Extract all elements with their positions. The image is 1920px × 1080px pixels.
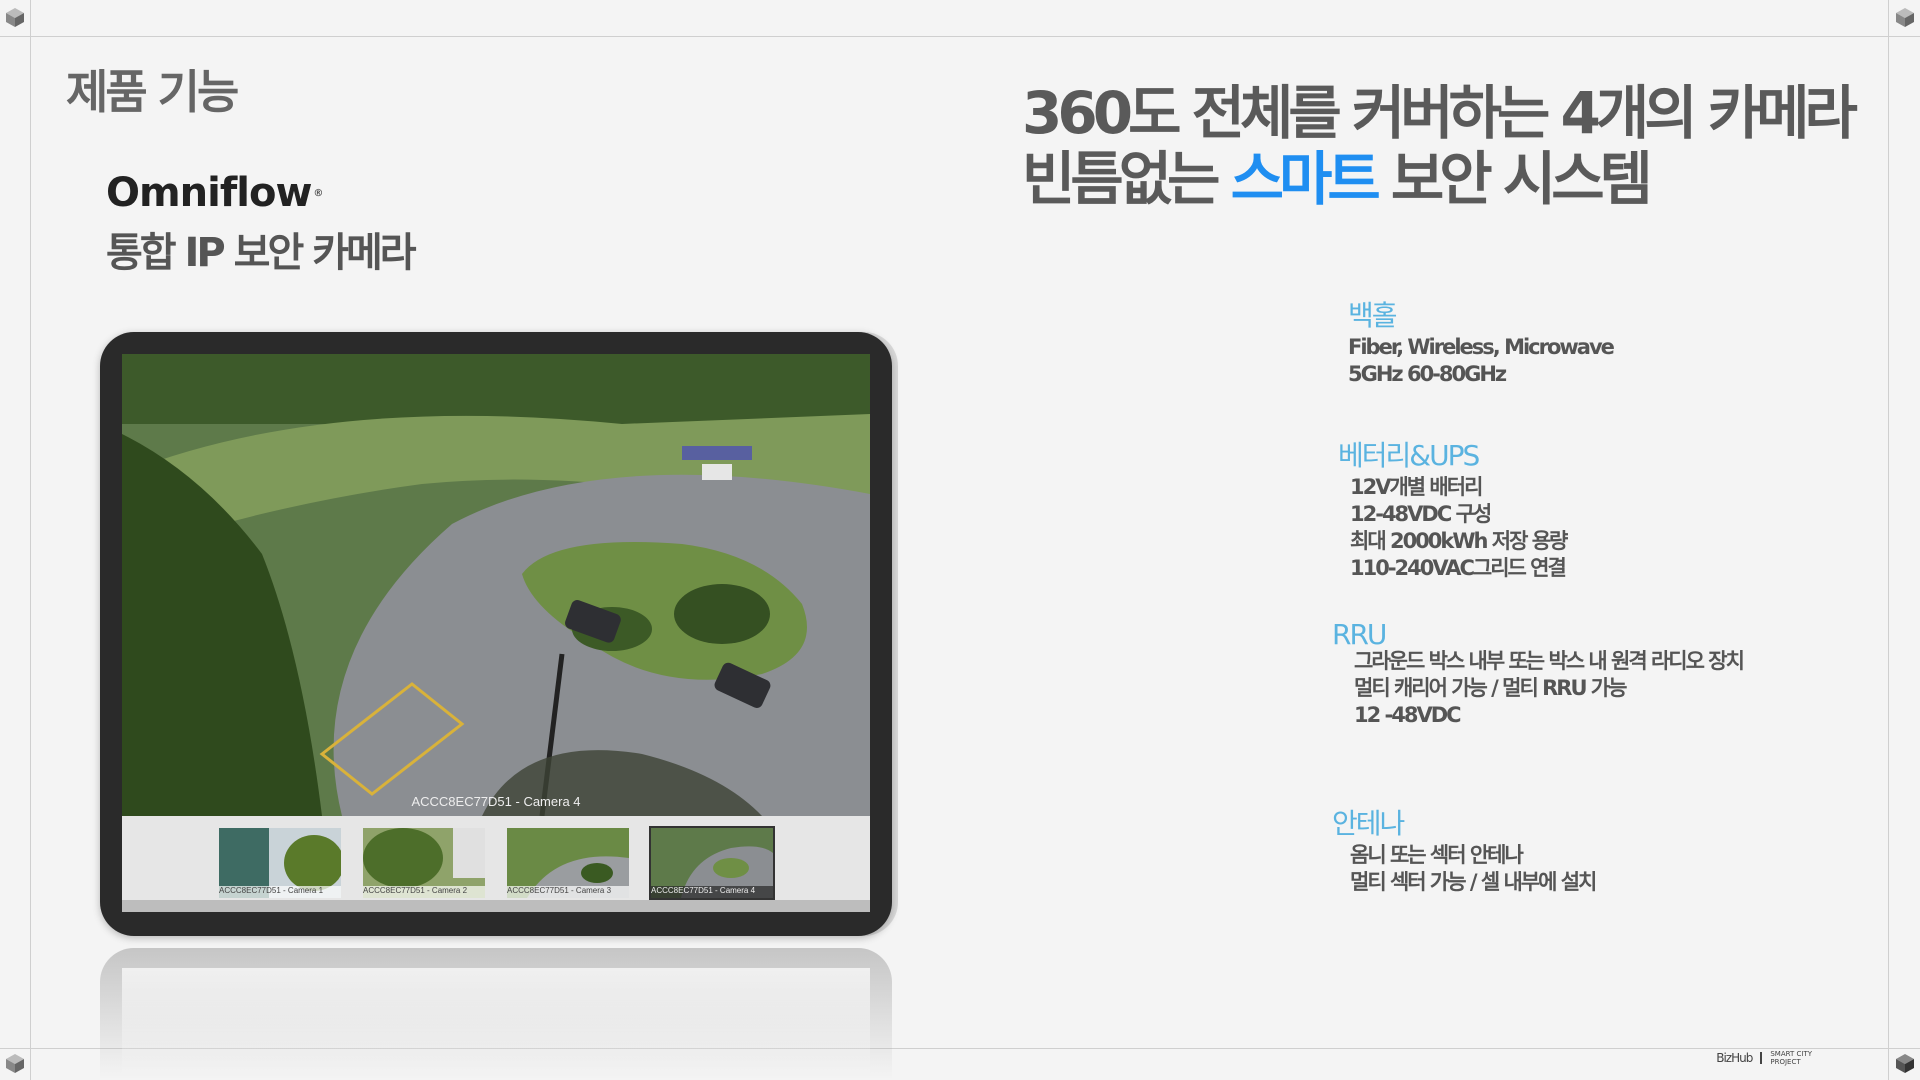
feature-line: 110-240VAC그리드 연결 [1350,556,1567,580]
feature-line: 옴니 또는 섹터 안테나 [1350,843,1524,867]
camera-thumbnail-2[interactable]: ACCC8EC77D51 - Camera 2 [363,828,485,898]
feature-title: 안테나 [1332,807,1405,840]
headline-line1: 360도 전체를 커버하는 4개의 카메라 [1022,79,1858,147]
feature-backhaul: 백홀 Fiber, Wireless, Microwave 5GHz 60-80… [1348,294,1615,388]
main-camera-caption: ACCC8EC77D51 - Camera 4 [411,794,581,809]
camera-thumbnail-4[interactable]: ACCC8EC77D51 - Camera 4 [649,826,775,900]
thumbnail-label: ACCC8EC77D51 - Camera 1 [219,886,341,898]
camera-thumbnail-bar: ACCC8EC77D51 - Camera 1 ACCC8EC77D51 - C… [122,816,870,912]
feature-line: 최대 2000kWh 저장 용량 [1350,529,1568,553]
camera-thumbnail-1[interactable]: ACCC8EC77D51 - Camera 1 [219,828,341,898]
tablet-reflection [100,948,892,1080]
feature-title: RRU [1332,618,1387,651]
feature-line: 멀티 섹터 가능 / 셀 내부에 설치 [1350,870,1597,894]
reg-mark: ® [313,187,323,199]
feature-line: 멀티 캐리어 가능 / 멀티 RRU 가능 [1354,676,1627,700]
camera-feed-image [122,354,870,816]
cube-icon [4,6,26,28]
screen-bottom-bar [122,900,870,912]
feature-line: 12V개별 배터리 [1350,475,1483,499]
reflection-inner [122,968,870,1080]
product-subtitle: 통합 IP 보안 카메라 [106,230,417,276]
main-camera-view[interactable]: ACCC8EC77D51 - Camera 4 [122,354,870,816]
feature-title: 베터리&UPS [1338,439,1480,472]
thumbnail-label: ACCC8EC77D51 - Camera 2 [363,886,485,898]
section-title: 제품 기능 [66,65,239,119]
logo-text: Omniflow [106,170,312,216]
frame-left-line [30,0,31,1080]
camera-app-screen: ACCC8EC77D51 - Camera 4 ACCC8EC77D51 - C… [122,354,870,912]
footer-separator [1760,1052,1763,1064]
thumbnail-label: ACCC8EC77D51 - Camera 3 [507,886,629,898]
feature-rru: RRU 그라운드 박스 내부 또는 박스 내 원격 라디오 장치 멀티 캐리어 … [1332,618,1745,729]
thumbnail-label: ACCC8EC77D51 - Camera 4 [651,886,773,898]
feature-line: 12 -48VDC [1354,703,1462,727]
brand-block: Omniflow ® 통합 IP 보안 카메라 [106,170,417,278]
cube-icon [4,1052,26,1074]
feature-line: 12-48VDC 구성 [1350,502,1492,526]
frame-right-line [1888,0,1889,1080]
headline-line2: 빈틈없는 스마트 보안 시스템 [1022,146,1853,212]
cube-icon [1894,1052,1916,1074]
footer-project: SMART CITY PROJECT [1770,1050,1812,1066]
frame-top-line [0,36,1920,37]
feature-line: 그라운드 박스 내부 또는 박스 내 원격 라디오 장치 [1354,649,1745,673]
tablet-device: ACCC8EC77D51 - Camera 4 ACCC8EC77D51 - C… [100,332,892,936]
omniflow-logo: Omniflow ® [106,170,414,216]
cube-icon [1894,6,1916,28]
camera-thumbnail-3[interactable]: ACCC8EC77D51 - Camera 3 [507,828,629,898]
feature-line: Fiber, Wireless, Microwave [1348,335,1615,359]
footer-bizhub: BizHub [1716,1051,1753,1065]
feature-title: 백홀 [1348,299,1398,332]
footer-project-line1: SMART CITY [1770,1050,1812,1058]
footer-project-line2: PROJECT [1770,1058,1801,1066]
headline: 360도 전체를 커버하는 4개의 카메라 빈틈없는 스마트 보안 시스템 [1022,79,1858,212]
headline-suffix: 보안 시스템 [1375,145,1653,213]
footer-brand: BizHub SMART CITY PROJECT [1716,1050,1812,1066]
feature-line: 5GHz 60-80GHz [1348,362,1507,386]
headline-accent: 스마트 [1230,145,1381,213]
feature-antenna: 안테나 옴니 또는 섹터 안테나 멀티 섹터 가능 / 셀 내부에 설치 [1332,802,1597,896]
headline-prefix: 빈틈없는 [1022,145,1231,213]
feature-battery-ups: 베터리&UPS 12V개별 배터리 12-48VDC 구성 최대 2000kWh… [1338,434,1568,582]
